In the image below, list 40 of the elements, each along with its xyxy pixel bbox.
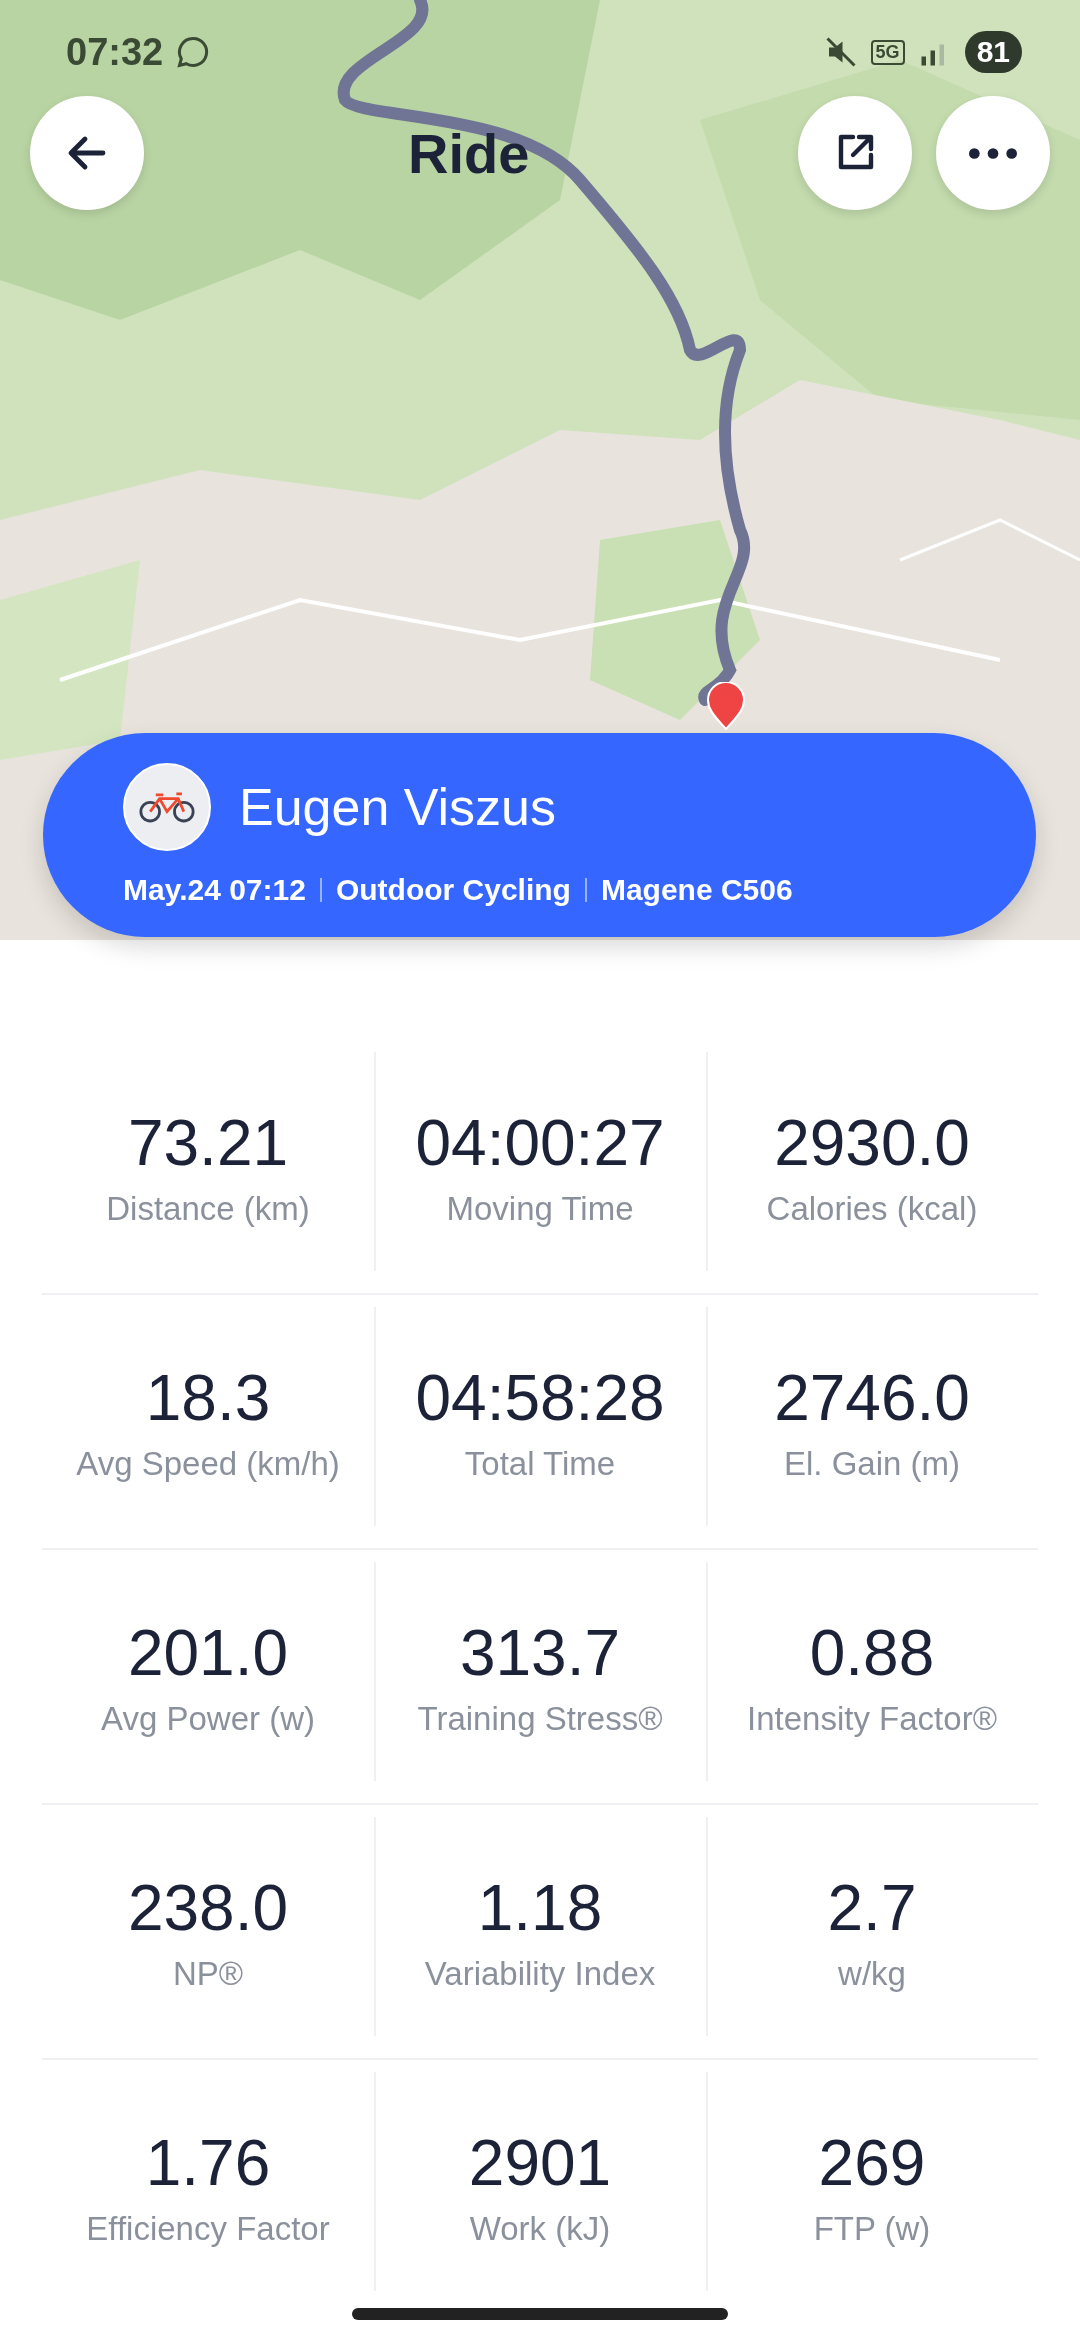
stat-value: 0.88 [809, 1615, 935, 1690]
stat-value: 2.7 [827, 1870, 917, 1945]
stat-label: Efficiency Factor [86, 2209, 330, 2248]
activity-detail: May.24 07:12 [123, 873, 306, 907]
stat-label: w/kg [838, 1954, 906, 1993]
stat-label: Work (kJ) [469, 2209, 611, 2248]
status-time: 07:32 [66, 30, 164, 74]
network-label: 5G [870, 39, 905, 65]
stat-label: Avg Speed (km/h) [76, 1444, 340, 1483]
stat-value: 2746.0 [774, 1360, 970, 1435]
stat-value: 04:58:28 [415, 1360, 665, 1435]
stat-value: 2901 [468, 2125, 612, 2200]
stat-label: NP® [172, 1954, 244, 1993]
activity-detail: Outdoor Cycling [335, 873, 571, 907]
stat-label: El. Gain (m) [784, 1444, 960, 1483]
stat-label: Avg Power (w) [101, 1699, 315, 1738]
screen-title: Ride [408, 120, 530, 186]
stat-label: Intensity Factor® [747, 1699, 997, 1738]
stat-value: 1.18 [477, 1870, 603, 1945]
stat-value: 201.0 [127, 1615, 289, 1690]
stat-value: 2930.0 [774, 1105, 970, 1180]
stat-label: FTP (w) [813, 2209, 931, 2248]
map-pin-icon [706, 682, 746, 730]
more-icon [969, 147, 1017, 159]
stat-value: 04:00:27 [415, 1105, 665, 1180]
stat-label: Moving Time [446, 1189, 634, 1228]
athlete-name: Eugen Viszus [239, 777, 557, 837]
stat-label: Distance (km) [106, 1189, 310, 1228]
stat-label: Training Stress® [417, 1699, 663, 1738]
stat-value: 313.7 [459, 1615, 621, 1690]
stat-label: Calories (kcal) [766, 1189, 978, 1228]
stat-label: Variability Index [424, 1954, 656, 1993]
stat-value: 73.21 [127, 1105, 289, 1180]
activity-detail: Magene C506 [600, 873, 793, 907]
stat-value: 18.3 [145, 1360, 271, 1435]
stat-value: 238.0 [127, 1870, 289, 1945]
bicycle-icon [139, 790, 195, 824]
stat-value: 1.76 [145, 2125, 271, 2200]
stat-value: 269 [818, 2125, 926, 2200]
stat-label: Total Time [464, 1444, 616, 1483]
